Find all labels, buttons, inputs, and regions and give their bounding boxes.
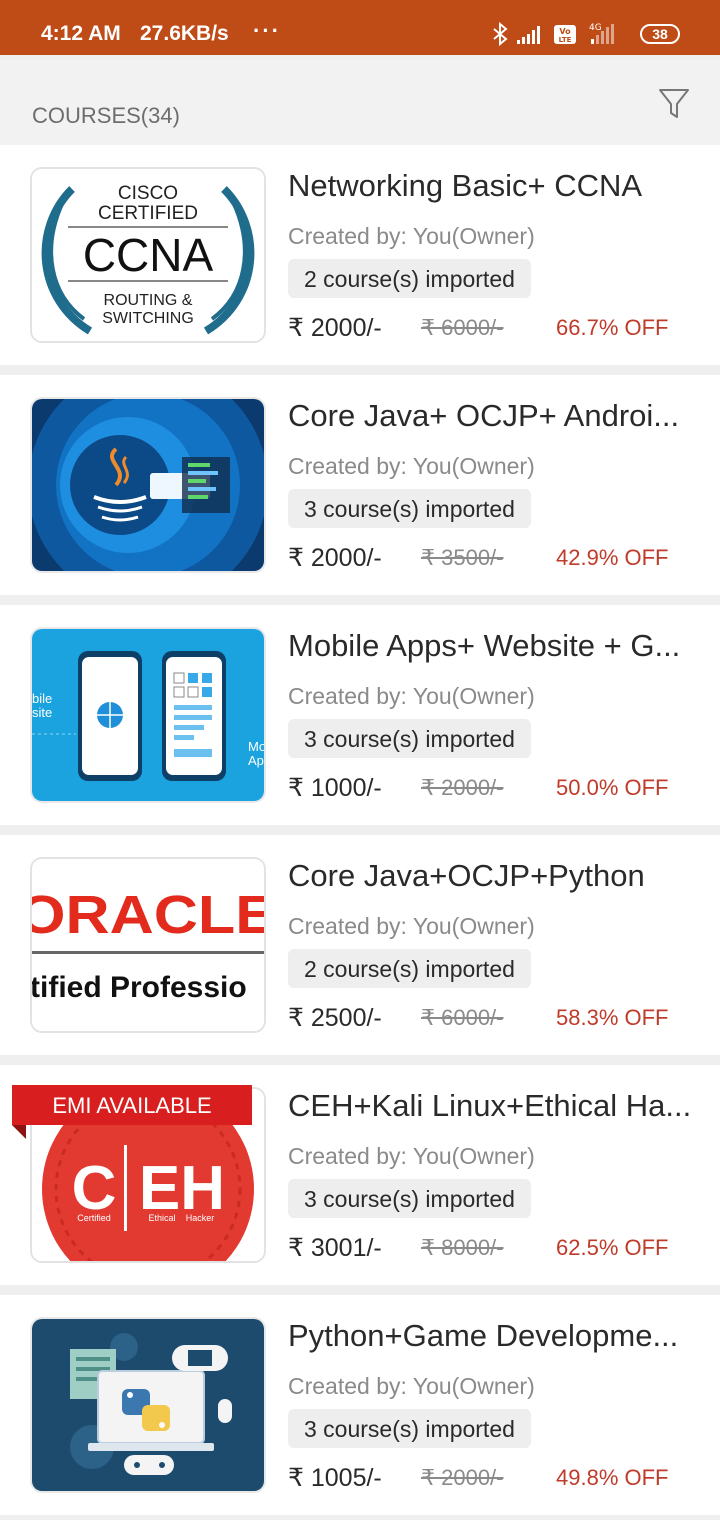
course-creator: Created by: You(Owner)	[288, 1143, 535, 1169]
course-thumbnail-ccna: CISCO CERTIFIED CCNA ROUTING & SWITCHING	[30, 167, 266, 343]
course-card[interactable]: ORACLE tified Professio Core Java+OCJP+P…	[0, 835, 720, 1055]
course-card[interactable]: C EH Certified Ethical Hacker EMI AVAILA…	[0, 1065, 720, 1285]
course-original-price: ₹ 6000/-	[421, 315, 504, 340]
thumb-text: Ap	[248, 753, 264, 768]
svg-text:LTE: LTE	[559, 36, 572, 44]
thumb-text: Certified	[77, 1213, 111, 1223]
course-title: Mobile Apps+ Website + G...	[288, 628, 681, 663]
course-creator: Created by: You(Owner)	[288, 683, 535, 709]
status-bar: 4:12 AM 27.6KB/s ··· Vo LTE 4G 38	[0, 0, 720, 55]
course-price: ₹ 1005/-	[288, 1464, 382, 1492]
thumb-text: CERTIFIED	[98, 203, 198, 224]
svg-text:Vo: Vo	[559, 27, 571, 36]
volte-icon: Vo LTE	[554, 25, 576, 44]
course-discount: 42.9% OFF	[556, 545, 669, 570]
status-icons: Vo LTE 4G	[493, 21, 614, 47]
course-card[interactable]: CISCO CERTIFIED CCNA ROUTING & SWITCHING…	[0, 145, 720, 365]
thumb-text: CCNA	[83, 229, 214, 281]
course-title: Networking Basic+ CCNA	[288, 168, 643, 203]
thumb-text: Mo	[248, 739, 264, 754]
course-discount: 66.7% OFF	[556, 315, 669, 340]
thumb-text: Ethical	[148, 1213, 175, 1223]
thumb-text: CISCO	[118, 183, 178, 204]
course-price: ₹ 1000/-	[288, 774, 382, 802]
course-price: ₹ 3001/-	[288, 1234, 382, 1262]
svg-text:4G: 4G	[589, 23, 602, 33]
course-title: CEH+Kali Linux+Ethical Ha...	[288, 1088, 692, 1123]
status-network-speed: 27.6KB/s	[140, 22, 229, 45]
status-more-icon: ···	[253, 18, 281, 43]
course-discount: 62.5% OFF	[556, 1235, 669, 1260]
filter-icon[interactable]	[658, 87, 690, 121]
imported-badge: 3 course(s) imported	[288, 719, 531, 758]
bluetooth-icon	[493, 21, 508, 47]
course-discount: 58.3% OFF	[556, 1005, 669, 1030]
imported-badge: 3 course(s) imported	[288, 1179, 531, 1218]
course-card[interactable]: bile site Mo Ap Mobile Apps+ Website + G…	[0, 605, 720, 825]
course-creator: Created by: You(Owner)	[288, 1373, 535, 1399]
course-title: Core Java+OCJP+Python	[288, 858, 645, 893]
signal-icon	[517, 26, 540, 44]
thumb-text: bile	[32, 691, 52, 706]
course-title: Core Java+ OCJP+ Androi...	[288, 398, 680, 433]
thumb-text: tified Professio	[32, 971, 247, 1004]
course-card[interactable]: Python+Game Developme... Created by: You…	[0, 1295, 720, 1515]
emi-badge: EMI AVAILABLE	[12, 1085, 252, 1125]
status-time: 4:12 AM	[41, 22, 121, 45]
course-thumbnail-java	[30, 397, 266, 573]
thumb-text: SWITCHING	[102, 310, 194, 327]
course-original-price: ₹ 6000/-	[421, 1005, 504, 1030]
battery-icon: 38	[640, 24, 680, 44]
thumb-text: ORACLE	[32, 885, 264, 945]
course-creator: Created by: You(Owner)	[288, 913, 535, 939]
course-price: ₹ 2000/-	[288, 314, 382, 342]
imported-badge: 2 course(s) imported	[288, 949, 531, 988]
thumb-text: Hacker	[186, 1213, 215, 1223]
course-price: ₹ 2000/-	[288, 544, 382, 572]
imported-badge: 2 course(s) imported	[288, 259, 531, 298]
course-original-price: ₹ 2000/-	[421, 1465, 504, 1490]
emi-ribbon-fold	[12, 1125, 26, 1139]
courses-header: COURSES(34)	[0, 60, 720, 145]
imported-badge: 3 course(s) imported	[288, 1409, 531, 1448]
battery-level: 38	[652, 26, 668, 42]
course-thumbnail-python	[30, 1317, 266, 1493]
course-discount: 49.8% OFF	[556, 1465, 669, 1490]
signal-4g-icon: 4G	[589, 23, 614, 44]
course-creator: Created by: You(Owner)	[288, 453, 535, 479]
course-title: Python+Game Developme...	[288, 1318, 679, 1353]
course-price: ₹ 2500/-	[288, 1004, 382, 1032]
course-original-price: ₹ 2000/-	[421, 775, 504, 800]
course-creator: Created by: You(Owner)	[288, 223, 535, 249]
course-original-price: ₹ 3500/-	[421, 545, 504, 570]
course-card[interactable]: Core Java+ OCJP+ Androi... Created by: Y…	[0, 375, 720, 595]
course-discount: 50.0% OFF	[556, 775, 669, 800]
thumb-text: ROUTING &	[104, 292, 193, 309]
course-thumbnail-mobile: bile site Mo Ap	[30, 627, 266, 803]
thumb-text: site	[32, 705, 52, 720]
course-thumbnail-oracle: ORACLE tified Professio	[30, 857, 266, 1033]
imported-badge: 3 course(s) imported	[288, 489, 531, 528]
course-original-price: ₹ 8000/-	[421, 1235, 504, 1260]
page-title: COURSES(34)	[32, 103, 180, 128]
